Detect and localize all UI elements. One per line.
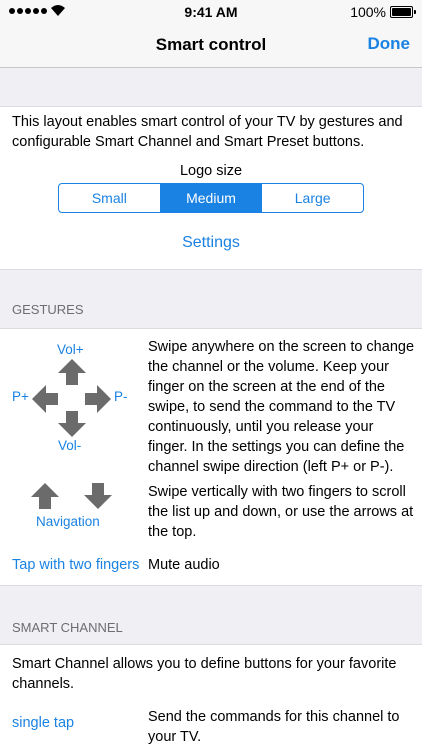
- battery-percentage: 100%: [350, 4, 386, 20]
- arrow-down-icon: [58, 411, 86, 437]
- logo-size-segmented-control: Small Medium Large: [58, 183, 364, 213]
- swipe-description: Swipe anywhere on the screen to change t…: [148, 339, 415, 475]
- vol-up-label: Vol+: [57, 342, 84, 357]
- tap-two-fingers-label[interactable]: Tap with two fingers: [12, 557, 139, 573]
- smart-channel-section-header: SMART CHANNEL: [12, 620, 123, 635]
- arrow-up-icon: [58, 359, 86, 385]
- logo-size-small-option[interactable]: Small: [59, 184, 161, 212]
- two-finger-swipe-description: Swipe vertically with two fingers to scr…: [148, 484, 414, 540]
- scroll-down-arrow-icon: [84, 483, 112, 509]
- status-bar: 9:41 AM 100%: [0, 0, 422, 24]
- page-title: Smart control: [155, 35, 267, 54]
- battery-icon: [390, 6, 416, 18]
- smart-channel-card: Smart Channel allows you to define butto…: [0, 644, 422, 751]
- single-tap-description: Send the commands for this channel to yo…: [148, 709, 400, 745]
- gestures-section-header: GESTURES: [12, 302, 84, 317]
- p-minus-label: P-: [114, 389, 128, 404]
- intro-description: This layout enables smart control of you…: [12, 114, 403, 150]
- logo-size-medium-option[interactable]: Medium: [160, 184, 263, 212]
- arrow-right-icon: [85, 385, 111, 413]
- arrow-left-icon: [32, 385, 58, 413]
- logo-size-large-option[interactable]: Large: [262, 184, 363, 212]
- gestures-card: Vol+ P+ P- Vol- Swipe anywhere on the sc…: [0, 328, 422, 586]
- done-button[interactable]: Done: [368, 34, 411, 54]
- vol-down-label: Vol-: [58, 438, 82, 453]
- settings-link[interactable]: Settings: [0, 234, 422, 252]
- navigation-bar: Smart control Done: [0, 24, 422, 68]
- scroll-up-arrow-icon: [31, 483, 59, 509]
- p-plus-label: P+: [12, 389, 29, 404]
- mute-audio-description: Mute audio: [148, 557, 220, 573]
- logo-size-label: Logo size: [179, 163, 243, 179]
- intro-card: This layout enables smart control of you…: [0, 106, 422, 270]
- navigation-label: Navigation: [36, 514, 100, 529]
- smart-channel-description: Smart Channel allows you to define butto…: [12, 656, 397, 692]
- single-tap-label[interactable]: single tap: [12, 715, 74, 731]
